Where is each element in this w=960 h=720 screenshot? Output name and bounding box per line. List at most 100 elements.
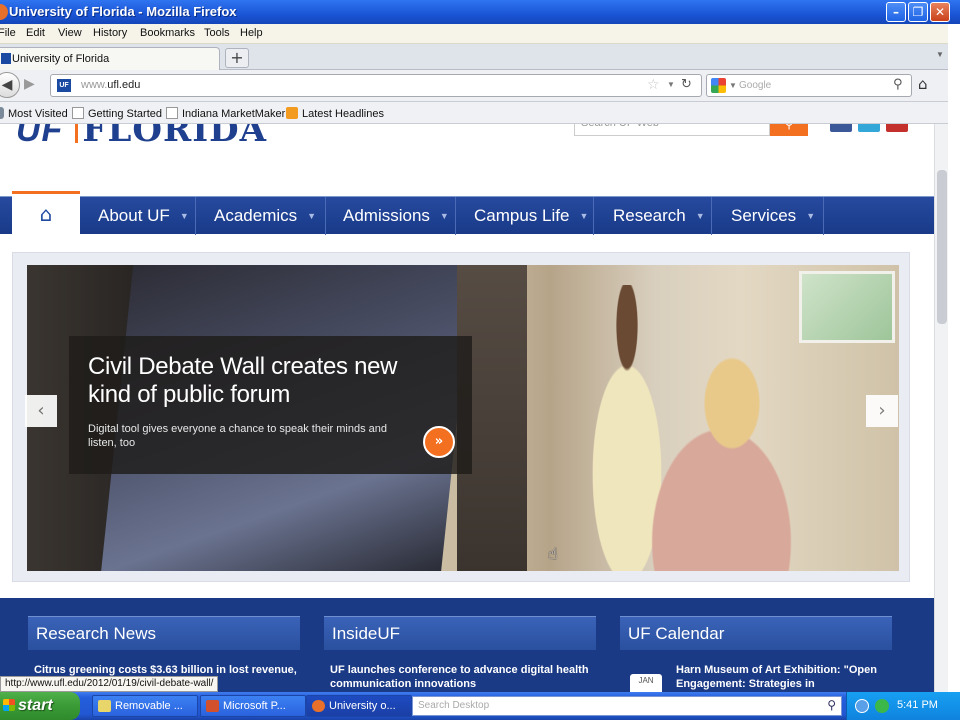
forward-button[interactable]: ▶: [24, 76, 35, 92]
web-search-box[interactable]: ▼ Google ⚲: [706, 74, 912, 97]
search-icon[interactable]: ⚲: [893, 77, 903, 92]
slider-next-chevron-icon[interactable]: ›: [866, 395, 898, 427]
twitter-icon[interactable]: [858, 124, 880, 132]
url-history-dropdown-icon[interactable]: ▼: [667, 80, 675, 89]
read-more-arrow-icon[interactable]: »: [423, 426, 455, 458]
scrollbar-thumb[interactable]: [937, 170, 947, 324]
site-identity-icon[interactable]: UF: [57, 79, 71, 92]
window-title-bar[interactable]: University of Florida - Mozilla Firefox …: [0, 0, 960, 24]
feature-headline[interactable]: Civil Debate Wall creates new kind of pu…: [88, 353, 428, 409]
calendar-date-badge: JAN: [630, 674, 662, 692]
search-icon[interactable]: ⚲: [827, 698, 836, 712]
taskbar: start Removable ... Microsoft P... Unive…: [0, 692, 960, 720]
nav-home-button[interactable]: ⌂: [12, 191, 80, 235]
nav-about-uf[interactable]: About UF ▼: [80, 197, 196, 235]
url-prefix: www.: [81, 79, 108, 91]
menu-history[interactable]: History: [93, 27, 127, 39]
menu-edit[interactable]: Edit: [26, 27, 45, 39]
security-shield-icon[interactable]: [875, 699, 889, 713]
nav-services[interactable]: Services ▼: [712, 197, 824, 235]
vertical-scrollbar[interactable]: [934, 124, 948, 692]
insideuf-heading[interactable]: InsideUF: [324, 616, 596, 650]
chevron-down-icon: ▼: [439, 211, 449, 221]
feature-summary: Digital tool gives everyone a chance to …: [88, 423, 388, 449]
facebook-icon[interactable]: [830, 124, 852, 132]
tab-title: University of Florida: [12, 53, 110, 65]
calendar-month: JAN: [638, 676, 654, 685]
new-tab-button[interactable]: +: [225, 48, 249, 68]
back-button[interactable]: ◀: [0, 72, 20, 98]
nav-campus-life[interactable]: Campus Life ▼: [456, 197, 594, 235]
feature-caption: Civil Debate Wall creates new kind of pu…: [69, 336, 472, 474]
bookmarks-toolbar: Most Visited Getting Started Indiana Mar…: [0, 102, 948, 124]
network-icon[interactable]: [855, 699, 869, 713]
menu-file[interactable]: File: [0, 27, 16, 39]
chevron-down-icon: ▼: [806, 211, 816, 221]
nav-admissions[interactable]: Admissions ▼: [326, 197, 456, 235]
home-icon: ⌂: [39, 202, 53, 226]
windows-flag-icon: [3, 699, 15, 711]
feature-slider: Civil Debate Wall creates new kind of pu…: [12, 252, 910, 582]
menu-bar: File Edit View History Bookmarks Tools H…: [0, 24, 948, 44]
bookmark-most-visited[interactable]: Most Visited: [0, 107, 68, 120]
menu-tools[interactable]: Tools: [204, 27, 230, 39]
powerpoint-icon: [206, 700, 219, 712]
uf-calendar-heading[interactable]: UF Calendar: [620, 616, 892, 650]
nav-research[interactable]: Research ▼: [594, 197, 712, 235]
bookmark-star-icon[interactable]: ☆: [647, 77, 660, 93]
window-title: University of Florida - Mozilla Firefox: [9, 4, 237, 19]
main-navigation: ⌂ About UF ▼ Academics ▼ Admissions ▼ Campu…: [0, 191, 934, 235]
folder-icon: [98, 700, 111, 712]
rss-feed-icon: [286, 107, 298, 119]
task-firefox-university[interactable]: University o...: [306, 695, 412, 717]
tab-university-of-florida[interactable]: University of Florida: [0, 47, 220, 70]
task-removable-disk[interactable]: Removable ...: [92, 695, 198, 717]
menu-bookmarks[interactable]: Bookmarks: [140, 27, 195, 39]
chevron-down-icon: ▼: [179, 211, 189, 221]
feature-photo[interactable]: Civil Debate Wall creates new kind of pu…: [27, 265, 899, 571]
uf-favicon-icon: [1, 53, 11, 64]
uf-logo[interactable]: UF FLORIDA: [16, 124, 267, 150]
url-text[interactable]: www.ufl.edu: [81, 79, 140, 91]
menu-view[interactable]: View: [58, 27, 82, 39]
start-button[interactable]: start: [0, 692, 80, 720]
page-icon: [72, 107, 84, 119]
site-search-input[interactable]: Search UF Web: [574, 124, 770, 136]
chevron-down-icon: ▼: [307, 211, 317, 221]
close-button[interactable]: ✕: [930, 2, 950, 22]
chevron-down-icon: ▼: [695, 211, 705, 221]
bookmark-indiana-marketmaker[interactable]: Indiana MarketMaker: [166, 107, 285, 120]
desktop-screen: University of Florida - Mozilla Firefox …: [0, 0, 960, 720]
system-tray: 5:41 PM: [846, 692, 960, 720]
task-microsoft-powerpoint[interactable]: Microsoft P...: [200, 695, 306, 717]
tab-list-chevron-icon[interactable]: ▼: [936, 50, 944, 59]
research-news-heading[interactable]: Research News: [28, 616, 300, 650]
firefox-icon: [312, 700, 325, 712]
restore-button[interactable]: ❐: [908, 2, 928, 22]
google-engine-icon[interactable]: [711, 78, 726, 93]
firefox-icon: [0, 4, 8, 20]
youtube-icon[interactable]: [886, 124, 908, 132]
clock: 5:41 PM: [897, 699, 938, 711]
navigation-toolbar: ◀ ▶ UF www.ufl.edu ☆ ▼ ↻ ▼ Google ⚲ ⌂: [0, 70, 948, 102]
minimize-button[interactable]: –: [886, 2, 906, 22]
desktop-search-input[interactable]: Search Desktop ⚲: [412, 696, 842, 716]
page-content: UFFLORIDA Search UF Web ⚲ ⌂ About UF▼ Ac…: [0, 124, 948, 692]
menu-help[interactable]: Help: [240, 27, 263, 39]
page-icon: [166, 107, 178, 119]
search-placeholder: Google: [739, 80, 772, 91]
reload-icon[interactable]: ↻: [681, 77, 692, 92]
mouse-pointer-icon: ☝: [548, 544, 558, 563]
home-icon[interactable]: ⌂: [918, 75, 928, 93]
nav-academics[interactable]: Academics ▼: [196, 197, 326, 235]
engine-dropdown-icon[interactable]: ▼: [729, 81, 737, 90]
link-status-tooltip: http://www.ufl.edu/2012/01/19/civil-deba…: [0, 676, 219, 692]
insideuf-teaser[interactable]: UF launches conference to advance digita…: [324, 663, 596, 691]
bookmark-latest-headlines[interactable]: Latest Headlines: [286, 107, 384, 120]
url-domain: ufl.edu: [107, 79, 141, 91]
tab-bar: University of Florida + ▼: [0, 44, 948, 70]
site-search-button[interactable]: ⚲: [770, 124, 808, 136]
url-bar[interactable]: UF www.ufl.edu ☆ ▼ ↻: [50, 74, 702, 97]
slider-prev-chevron-icon[interactable]: ‹: [25, 395, 57, 427]
bookmark-getting-started[interactable]: Getting Started: [72, 107, 162, 120]
